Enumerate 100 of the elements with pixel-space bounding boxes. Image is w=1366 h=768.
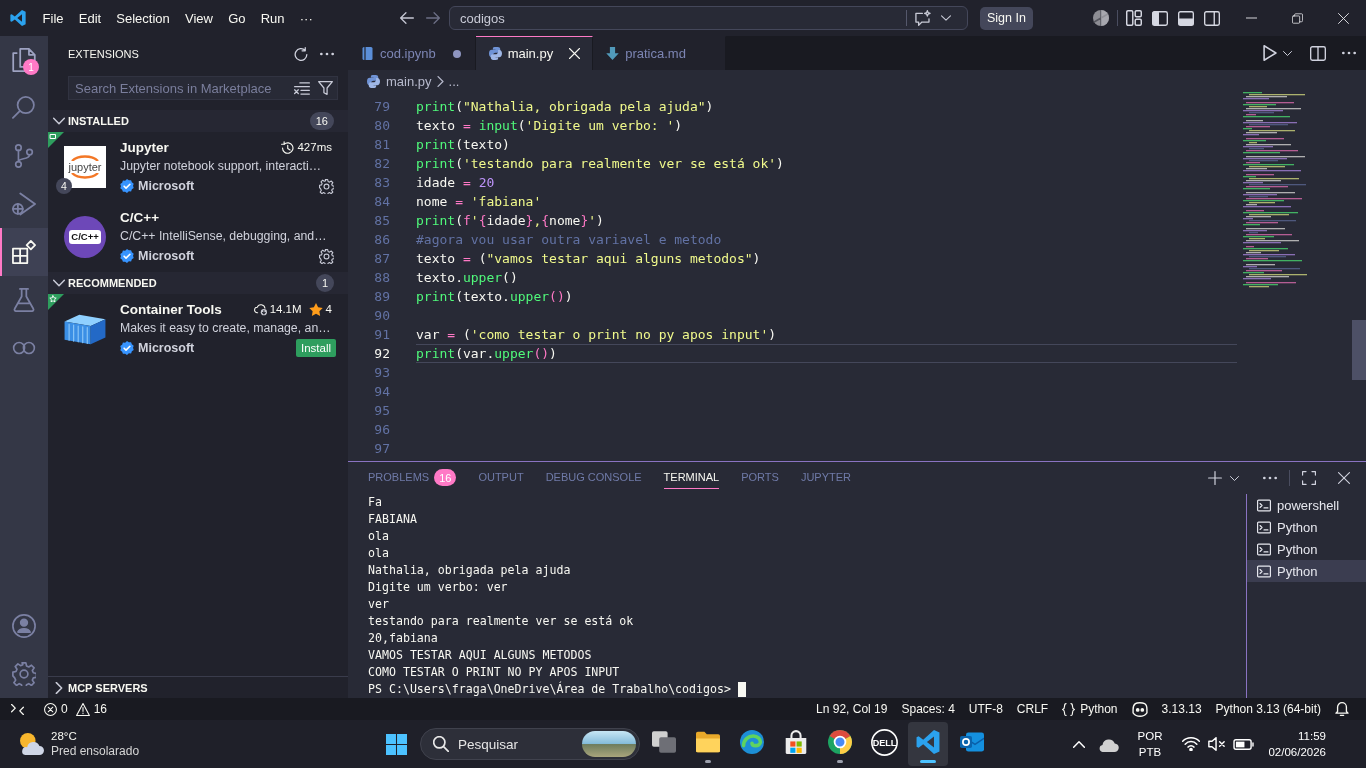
code-logo-icon[interactable] — [916, 730, 940, 754]
code-logo-icon[interactable] — [10, 10, 26, 26]
wifi-icon[interactable] — [1182, 737, 1200, 751]
status-item[interactable]: Spaces: 4 — [894, 698, 962, 720]
layout-icon[interactable] — [1126, 10, 1142, 26]
plus-icon[interactable] — [1208, 471, 1222, 485]
search-field[interactable]: Search Extensions in Marketplace — [68, 76, 338, 100]
sun-cloud-icon[interactable] — [20, 733, 44, 755]
play-bug-icon[interactable] — [12, 192, 36, 216]
maximize-icon[interactable] — [1302, 471, 1316, 485]
play-icon[interactable] — [1263, 45, 1277, 61]
menu-item[interactable]: Selection — [108, 6, 178, 30]
filter-icon[interactable] — [318, 81, 333, 95]
extensions-icon[interactable] — [12, 240, 36, 264]
clock-date[interactable]: 02/06/2026 — [1268, 744, 1326, 760]
breadcrumb-item[interactable]: main.py — [367, 73, 432, 89]
menu-item[interactable]: Edit — [71, 6, 109, 30]
chevron-down-icon[interactable] — [53, 115, 65, 127]
gear-icon[interactable] — [319, 178, 334, 194]
publisher-name[interactable]: Microsoft — [138, 341, 292, 355]
account-icon[interactable] — [12, 614, 36, 638]
folder-icon[interactable] — [696, 730, 720, 754]
more-icon[interactable] — [1263, 476, 1277, 480]
section-title[interactable]: RECOMMENDED — [68, 277, 316, 289]
status-item[interactable]: CRLF — [1009, 698, 1056, 720]
sign-in-button[interactable]: Sign In — [980, 6, 1033, 30]
clear-list-icon[interactable] — [294, 81, 310, 95]
windows-logo-icon[interactable] — [385, 733, 407, 755]
source-control-icon[interactable] — [12, 144, 36, 168]
language-mode[interactable]: Python — [1055, 698, 1125, 720]
task-view-icon[interactable] — [652, 730, 676, 754]
remote-icon[interactable] — [10, 703, 24, 715]
terminal-list-item[interactable]: Python — [1247, 538, 1366, 560]
terminal-list-item[interactable]: Python — [1247, 560, 1366, 582]
extension-name[interactable]: C/C++ — [120, 209, 336, 225]
close-icon[interactable] — [1337, 12, 1349, 24]
muted-speaker-icon[interactable] — [1208, 737, 1225, 751]
warning-count[interactable]: 16 — [93, 702, 108, 716]
back-arrow-icon[interactable] — [400, 12, 414, 24]
breadcrumb-item[interactable]: ... — [448, 73, 460, 89]
editor-tab[interactable]: cod.ipynb — [348, 36, 476, 70]
menu-item[interactable]: ··· — [292, 6, 321, 30]
error-icon[interactable] — [44, 702, 57, 716]
chevron-down-icon[interactable] — [53, 277, 65, 289]
circle-text-logo[interactable]: DELL — [870, 729, 898, 756]
chevron-down-icon[interactable] — [1283, 50, 1292, 56]
settings-icon[interactable] — [12, 662, 36, 686]
sidebar-right-icon[interactable] — [1204, 10, 1220, 26]
more-icon[interactable] — [1342, 51, 1356, 55]
terminal-list-item[interactable]: Python — [1247, 516, 1366, 538]
mail-icon[interactable] — [960, 730, 984, 754]
extension-name[interactable]: Container Tools — [120, 301, 251, 317]
search-icon[interactable] — [12, 96, 36, 120]
menu-item[interactable]: View — [177, 6, 221, 30]
chevron-up-icon[interactable] — [1073, 740, 1085, 748]
search-bar[interactable]: Pesquisar — [420, 728, 640, 760]
close-icon[interactable] — [1338, 472, 1350, 484]
panel-bottom-icon[interactable] — [1178, 10, 1194, 26]
flask-icon[interactable] — [12, 288, 36, 312]
publisher-name[interactable]: Microsoft — [138, 179, 315, 193]
publisher-name[interactable]: Microsoft — [138, 249, 315, 263]
split-editor-icon[interactable] — [1310, 45, 1326, 61]
scrollbar-thumb[interactable] — [1352, 320, 1366, 380]
editor-tab[interactable]: pratica.md — [593, 36, 726, 70]
robot-face-icon[interactable] — [1131, 701, 1148, 717]
weather-condition[interactable]: Pred ensolarado — [51, 744, 140, 759]
more-icon[interactable] — [320, 51, 334, 56]
restore-icon[interactable] — [1291, 12, 1303, 24]
keyboard-language[interactable]: PTB — [1138, 744, 1162, 760]
status-item[interactable]: Python 3.13 (64-bit) — [1208, 698, 1328, 720]
menu-item[interactable]: File — [35, 6, 72, 30]
panel-tab[interactable]: DEBUG CONSOLE — [545, 466, 642, 489]
section-header[interactable]: INSTALLED 16 — [48, 110, 348, 132]
search-field[interactable]: Pesquisar — [458, 729, 573, 759]
menu-item[interactable]: Go — [220, 6, 254, 30]
section-title[interactable]: MCP SERVERS — [68, 681, 348, 694]
refresh-icon[interactable] — [294, 46, 308, 61]
chevron-down-icon[interactable] — [941, 15, 951, 21]
battery-icon[interactable] — [1233, 738, 1254, 750]
keyboard-language[interactable]: POR — [1137, 728, 1163, 744]
terminal-list-item[interactable]: powershell — [1247, 494, 1366, 516]
status-item[interactable]: 3.13.13 — [1154, 698, 1209, 720]
chat-sparkle-icon[interactable] — [915, 10, 931, 26]
chevron-right-icon[interactable] — [53, 681, 65, 694]
section-title[interactable]: INSTALLED — [68, 115, 310, 127]
panel-tab[interactable]: TERMINAL — [663, 466, 720, 489]
section-header[interactable]: RECOMMENDED 1 — [48, 272, 348, 294]
forward-arrow-icon[interactable] — [426, 12, 440, 24]
sidebar-left-icon[interactable] — [1152, 10, 1168, 26]
warning-icon[interactable] — [75, 702, 90, 716]
panel-tab[interactable]: OUTPUT — [478, 466, 524, 489]
sphere-icon[interactable] — [1093, 10, 1109, 26]
minimize-icon[interactable] — [1245, 17, 1257, 19]
status-item[interactable]: UTF-8 — [961, 698, 1010, 720]
error-count[interactable]: 0 — [61, 702, 68, 716]
temperature[interactable]: 28°C — [51, 729, 140, 744]
extension-name[interactable]: Jupyter — [120, 139, 279, 155]
cloud-icon[interactable] — [1099, 736, 1119, 752]
bell-icon[interactable] — [1335, 702, 1349, 716]
editor-tab[interactable]: main.py — [475, 36, 594, 70]
